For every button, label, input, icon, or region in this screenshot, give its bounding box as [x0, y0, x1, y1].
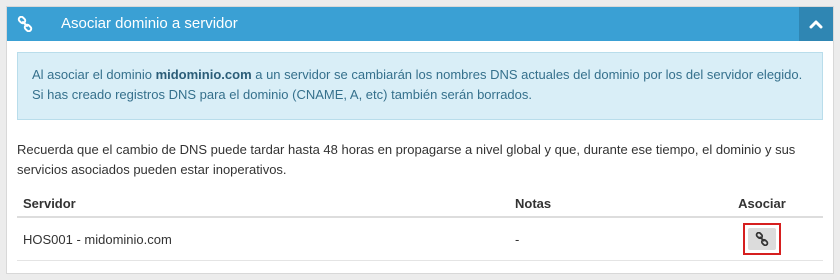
associate-domain-panel: Asociar dominio a servidor Al asociar el… — [6, 6, 834, 274]
link-icon — [755, 232, 769, 246]
panel-header: Asociar dominio a servidor — [7, 7, 833, 41]
table-header-row: Servidor Notas Asociar — [17, 190, 823, 218]
dns-propagation-note: Recuerda que el cambio de DNS puede tard… — [17, 142, 796, 177]
associate-cell — [701, 217, 823, 261]
panel-title: Asociar dominio a servidor — [61, 15, 238, 32]
column-header-servidor: Servidor — [17, 190, 509, 218]
column-header-asociar: Asociar — [701, 190, 823, 218]
link-icon — [7, 7, 43, 41]
server-cell: HOS001 - midominio.com — [17, 217, 509, 261]
servers-table: Servidor Notas Asociar HOS001 - midomini… — [17, 190, 823, 261]
collapse-button[interactable] — [799, 7, 833, 41]
notes-cell: - — [509, 217, 701, 261]
table-row: HOS001 - midominio.com - — [17, 217, 823, 261]
associate-button[interactable] — [743, 223, 781, 255]
warning-alert: Al asociar el dominio midominio.com a un… — [17, 52, 823, 120]
column-header-notas: Notas — [509, 190, 701, 218]
alert-domain: midominio.com — [155, 67, 252, 82]
alert-text-prefix: Al asociar el dominio — [32, 67, 156, 82]
associate-button-face — [748, 228, 776, 250]
chevron-up-icon — [809, 20, 823, 29]
